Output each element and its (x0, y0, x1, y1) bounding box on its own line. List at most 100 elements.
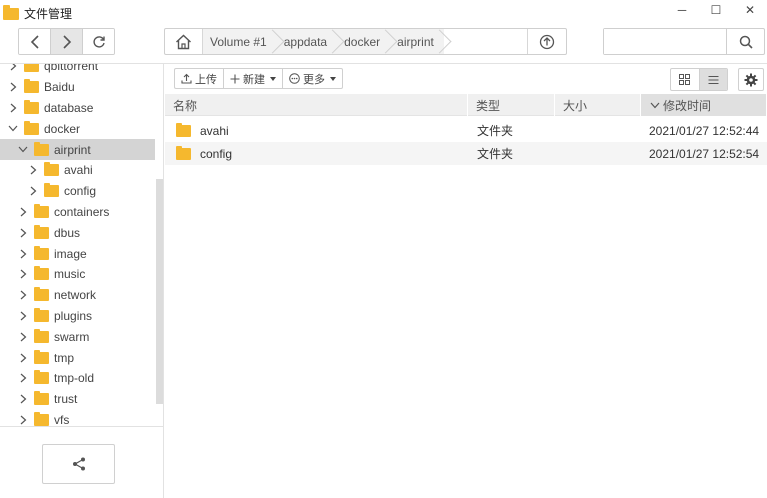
chevron-right-icon[interactable] (18, 353, 28, 363)
chevron-down-icon[interactable] (18, 145, 28, 155)
search-button[interactable] (726, 29, 764, 54)
sidebar-item-trust[interactable]: trust (0, 389, 155, 410)
chevron-down-icon[interactable] (8, 124, 18, 134)
file-table-body: avahi 文件夹 2021/01/27 12:52:44 config 文件夹… (165, 119, 767, 165)
settings-button[interactable] (738, 68, 764, 91)
folder-icon (24, 99, 39, 114)
sidebar-item-config[interactable]: config (0, 181, 155, 202)
chevron-right-icon[interactable] (28, 165, 38, 175)
close-button[interactable]: ✕ (733, 0, 767, 20)
sidebar-item-qbittorrent[interactable]: qbittorrent (0, 64, 155, 77)
column-header-modified-label: 修改时间 (663, 98, 712, 113)
sidebar-item-label: tmp (54, 350, 75, 365)
sidebar-item-label: dbus (54, 225, 81, 240)
chevron-right-icon[interactable] (8, 64, 18, 71)
home-icon (176, 34, 191, 49)
folder-icon (44, 183, 59, 198)
chevron-right-icon[interactable] (8, 103, 18, 113)
caret-down-icon (330, 76, 336, 81)
scrollbar-thumb[interactable] (156, 179, 163, 404)
folder-icon (34, 349, 49, 364)
sidebar-item-music[interactable]: music (0, 264, 155, 285)
upload-button[interactable]: 上传 (174, 68, 223, 89)
grid-view-button[interactable] (671, 69, 699, 90)
home-button[interactable] (165, 29, 203, 54)
folder-icon (34, 203, 49, 218)
breadcrumb-item[interactable]: appdata (277, 29, 337, 54)
chevron-right-icon[interactable] (18, 290, 28, 300)
folder-icon (176, 122, 191, 137)
title-bar: 文件管理 ─ ☐ ✕ (0, 0, 767, 26)
column-header-modified[interactable]: 修改时间 (641, 94, 767, 116)
sidebar-item-tmp[interactable]: tmp (0, 347, 155, 368)
sidebar-item-avahi[interactable]: avahi (0, 160, 155, 181)
chevron-right-icon[interactable] (18, 394, 28, 404)
folder-icon (34, 328, 49, 343)
new-button[interactable]: 新建 (223, 68, 282, 89)
search-input[interactable] (604, 29, 726, 54)
sidebar-item-label: vfs (54, 412, 70, 427)
table-row[interactable]: config 文件夹 2021/01/27 12:52:54 (165, 142, 767, 165)
arrow-up-circle-icon (539, 34, 555, 49)
sidebar-item-containers[interactable]: containers (0, 202, 155, 223)
breadcrumb-item[interactable]: airprint (390, 29, 444, 54)
sidebar-item-network[interactable]: network (0, 285, 155, 306)
gear-icon (744, 73, 758, 86)
sidebar-item-baidu[interactable]: Baidu (0, 77, 155, 98)
file-modified: 2021/01/27 12:52:54 (649, 146, 760, 161)
refresh-button[interactable] (83, 29, 114, 54)
sidebar-item-docker[interactable]: docker (0, 118, 155, 139)
column-header-type[interactable]: 类型 (468, 94, 555, 116)
sidebar-item-plugins[interactable]: plugins (0, 306, 155, 327)
new-label: 新建 (243, 73, 265, 86)
forward-button[interactable] (51, 29, 83, 54)
column-header-size[interactable]: 大小 (555, 94, 641, 116)
sidebar-item-label: docker (44, 121, 81, 136)
parent-folder-button[interactable] (527, 29, 566, 54)
chevron-right-icon[interactable] (28, 186, 38, 196)
minimize-button[interactable]: ─ (665, 0, 699, 20)
sidebar-item-label: avahi (64, 163, 93, 178)
more-icon (289, 73, 300, 84)
sidebar-footer (0, 426, 163, 498)
file-type: 文件夹 (477, 124, 514, 138)
share-button[interactable] (42, 444, 115, 484)
sidebar-item-database[interactable]: database (0, 98, 155, 119)
folder-tree: qbittorrent Baidu database docker airprint av… (0, 64, 155, 430)
sort-descending-icon (650, 102, 660, 108)
chevron-right-icon[interactable] (18, 269, 28, 279)
chevron-right-icon[interactable] (18, 332, 28, 342)
sidebar-item-tmp-old[interactable]: tmp-old (0, 368, 155, 389)
column-header-name[interactable]: 名称 (165, 94, 468, 116)
folder-icon (34, 224, 49, 239)
breadcrumb-item[interactable]: Volume #1 (203, 29, 277, 54)
share-icon (72, 457, 85, 471)
chevron-right-icon[interactable] (18, 415, 28, 425)
folder-icon (34, 245, 49, 260)
maximize-button[interactable]: ☐ (699, 0, 733, 20)
chevron-right-icon[interactable] (8, 82, 18, 92)
chevron-right-icon[interactable] (18, 311, 28, 321)
table-row[interactable]: avahi 文件夹 2021/01/27 12:52:44 (165, 119, 767, 142)
view-mode-toggle (670, 68, 728, 91)
sidebar-item-image[interactable]: image (0, 243, 155, 264)
sidebar-item-dbus[interactable]: dbus (0, 222, 155, 243)
chevron-right-icon[interactable] (18, 207, 28, 217)
grid-icon (679, 74, 691, 85)
sidebar-item-label: trust (54, 392, 78, 407)
sidebar-item-airprint[interactable]: airprint (0, 139, 155, 160)
folder-icon (44, 162, 59, 177)
breadcrumb-item[interactable]: docker (337, 29, 390, 54)
folder-icon (24, 64, 39, 73)
file-type: 文件夹 (477, 147, 514, 161)
back-button[interactable] (19, 29, 51, 54)
list-view-button[interactable] (698, 69, 727, 90)
chevron-right-icon[interactable] (18, 228, 28, 238)
chevron-right-icon[interactable] (18, 373, 28, 383)
file-table-header: 名称 类型 大小 修改时间 (165, 94, 767, 116)
more-button[interactable]: 更多 (282, 68, 343, 89)
chevron-right-icon[interactable] (18, 249, 28, 259)
search-box (603, 28, 765, 55)
sidebar-item-label: plugins (54, 308, 93, 323)
sidebar-item-swarm[interactable]: swarm (0, 326, 155, 347)
